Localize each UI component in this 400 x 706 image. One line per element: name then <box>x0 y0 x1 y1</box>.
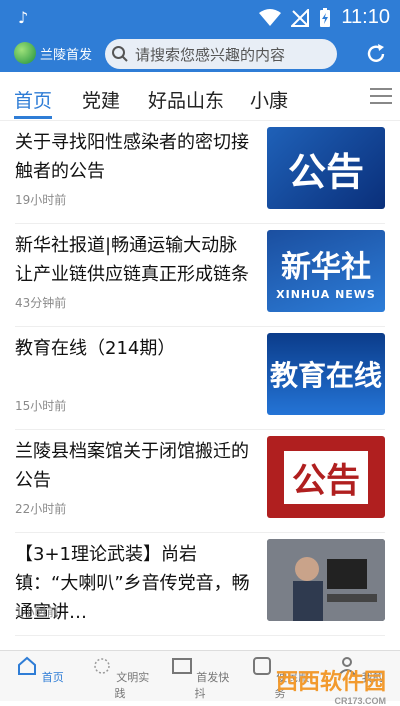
battery-icon <box>320 7 331 27</box>
news-list: 关于寻找阳性感染者的密切接触者的公告 19小时前 公告 新华社报道|畅通运输大动… <box>0 121 400 636</box>
tab-home[interactable]: 首页 <box>14 86 52 113</box>
status-bar: ♪ 11:10 <box>0 0 400 36</box>
watermark-text: 西西软件园 <box>275 669 386 694</box>
logo-mark-icon <box>14 42 36 64</box>
news-time: 15小时前 <box>15 399 67 413</box>
search-icon <box>105 45 135 63</box>
nav-home[interactable]: 首页 <box>10 655 70 685</box>
thumbnail-text: 新华社 <box>281 249 371 285</box>
photo-scene <box>267 539 385 621</box>
news-time: 43分钟前 <box>15 296 67 310</box>
tab-xiaokang[interactable]: 小康 <box>250 86 288 113</box>
status-icons: 11:10 <box>259 6 390 29</box>
news-thumbnail: 教育在线 <box>267 333 385 415</box>
search-input[interactable]: 请搜索您感兴趣的内容 <box>105 39 337 69</box>
category-tabs: 首页 党建 好品山东 小康 <box>0 72 400 121</box>
wifi-icon <box>259 8 282 26</box>
news-item[interactable]: 【3+1理论武装】尚岩镇：“大喇叭”乡音传党音，畅通宣讲… 1小时前 <box>15 533 385 636</box>
flower-icon <box>94 658 110 674</box>
news-title: 教育在线（214期） <box>15 338 176 359</box>
active-tab-indicator <box>14 116 52 119</box>
news-thumbnail: 公告 <box>267 436 385 518</box>
thumbnail-text: 公告 <box>284 450 368 504</box>
tiktok-icon: ♪ <box>18 8 29 27</box>
news-item[interactable]: 关于寻找阳性感染者的密切接触者的公告 19小时前 公告 <box>15 121 385 224</box>
news-time: 22小时前 <box>15 502 67 516</box>
app-logo[interactable]: 兰陵首发 <box>14 42 92 64</box>
news-title: 兰陵县档案馆关于闭馆搬迁的公告 <box>15 441 249 491</box>
tabs-menu-icon[interactable] <box>370 88 392 109</box>
app-header: 兰陵首发 请搜索您感兴趣的内容 <box>0 36 400 72</box>
nav-civilization[interactable]: 文明实践 <box>90 655 150 701</box>
news-thumbnail: 新华社 XINHUA NEWS <box>267 230 385 312</box>
news-thumbnail: 公告 <box>267 127 385 209</box>
news-title: 关于寻找阳性感染者的密切接触者的公告 <box>15 132 249 182</box>
news-time: 19小时前 <box>15 193 67 207</box>
signal-icon <box>291 8 310 27</box>
news-time: 1小时前 <box>15 605 59 619</box>
video-icon <box>171 658 192 674</box>
thumbnail-text: 教育在线 <box>269 359 382 392</box>
nav-label: 首发快抖 <box>194 671 230 700</box>
service-icon <box>252 657 271 675</box>
watermark-sub: CR173.COM <box>334 696 386 706</box>
home-icon <box>18 656 37 675</box>
thumbnail-text: 公告 <box>287 149 364 194</box>
nav-label: 首页 <box>41 671 64 684</box>
thumbnail-subtext: XINHUA NEWS <box>276 287 376 301</box>
news-thumbnail <box>267 539 385 621</box>
news-item[interactable]: 兰陵县档案馆关于闭馆搬迁的公告 22小时前 公告 <box>15 430 385 533</box>
news-item[interactable]: 新华社报道|畅通运输大动脉 让产业链供应链真正形成链条 43分钟前 新华社 XI… <box>15 224 385 327</box>
nav-video[interactable]: 首发快抖 <box>170 655 230 701</box>
news-item[interactable]: 教育在线（214期） 15小时前 教育在线 <box>15 327 385 430</box>
tab-shandong-products[interactable]: 好品山东 <box>148 86 224 113</box>
refresh-icon[interactable] <box>364 42 388 66</box>
nav-label: 文明实践 <box>114 671 150 700</box>
search-placeholder: 请搜索您感兴趣的内容 <box>135 45 286 64</box>
status-time: 11:10 <box>341 6 390 28</box>
news-title: 新华社报道|畅通运输大动脉 让产业链供应链真正形成链条 <box>15 235 249 285</box>
tab-party[interactable]: 党建 <box>82 86 120 113</box>
logo-text: 兰陵首发 <box>40 47 93 63</box>
